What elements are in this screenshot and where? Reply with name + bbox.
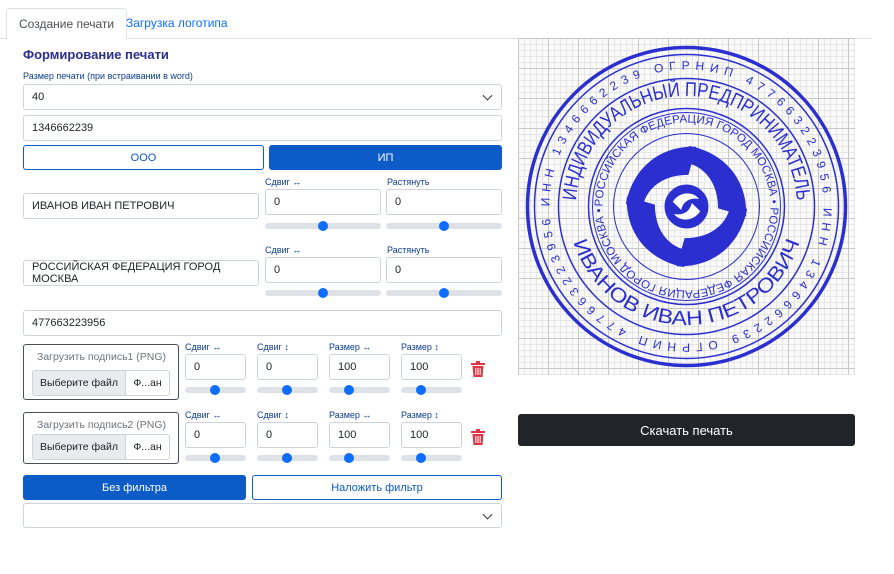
name-stretch-label: Растянуть [387,177,430,187]
file-name: Ф...ан [133,441,162,453]
sig1-shift-h-input[interactable]: 0 [185,354,246,380]
sig1-shift-v-label: Сдвиг ↕ [257,342,289,352]
sig1-size-v-input[interactable]: 100 [401,354,462,380]
name-value: ИВАНОВ ИВАН ПЕТРОВИЧ [32,200,175,212]
value: 100 [338,429,357,441]
stamp-svg: ИНН 1346662239 ОГРНИП 477663223956 ИНН 1… [525,45,848,368]
sig2-shift-h-input[interactable]: 0 [185,422,246,448]
sig1-shift-h-label: Сдвиг ↔ [185,342,222,352]
signature2-upload-label: Загрузить подпись2 (PNG) [37,419,167,431]
trash-icon[interactable] [471,361,485,377]
sig1-size-h-input[interactable]: 100 [329,354,390,380]
slider-thumb[interactable] [439,288,449,298]
value: 100 [338,361,357,373]
ip-button[interactable]: ИП [269,145,502,170]
slider-thumb[interactable] [439,221,449,231]
stamp-preview: ИНН 1346662239 ОГРНИП 477663223956 ИНН 1… [518,38,855,375]
sig1-size-h-label: Размер ↔ [329,342,372,352]
tab-create-stamp[interactable]: Создание печати [6,8,128,40]
sig2-size-h-label: Размер ↔ [329,410,372,420]
slider-thumb[interactable] [344,385,354,395]
region-value: РОССИЙСКАЯ ФЕДЕРАЦИЯ ГОРОД МОСКВА [32,261,221,285]
sig2-size-v-slider[interactable] [401,453,462,463]
sig1-shift-h-slider[interactable] [185,385,246,395]
slider-thumb[interactable] [318,221,328,231]
sig2-shift-h-label: Сдвиг ↔ [185,410,222,420]
name-shift-slider[interactable] [265,221,381,231]
sig1-size-h-slider[interactable] [329,385,390,395]
region-stretch-label: Растянуть [387,245,430,255]
download-stamp-button[interactable]: Скачать печать [518,414,855,446]
value: 0 [266,429,273,441]
sig2-size-v-label: Размер ↕ [401,410,439,420]
sig1-size-v-label: Размер ↕ [401,342,439,352]
slider-thumb[interactable] [416,453,426,463]
no-filter-button[interactable]: Без фильтра [23,475,246,500]
slider-thumb[interactable] [416,385,426,395]
ogrn-input[interactable]: 477663223956 [23,310,502,336]
region-shift-input[interactable]: 0 [265,257,381,283]
swirl-logo-icon [625,145,748,268]
chevron-down-icon [482,509,493,520]
sig2-shift-v-slider[interactable] [257,453,318,463]
size-label: Размер печати (при встраивании в word) [23,71,193,81]
sig2-size-h-slider[interactable] [329,453,390,463]
value: 100 [410,361,429,373]
sig1-size-v-slider[interactable] [401,385,462,395]
apply-filter-button[interactable]: Наложить фильтр [252,475,502,500]
value: 0 [194,429,201,441]
slider-thumb[interactable] [210,385,220,395]
signature1-upload-label: Загрузить подпись1 (PNG) [37,351,167,363]
slider-thumb[interactable] [210,453,220,463]
name-input[interactable]: ИВАНОВ ИВАН ПЕТРОВИЧ [23,193,259,219]
region-shift-value: 0 [274,264,281,276]
region-shift-slider[interactable] [265,288,381,298]
signature2-upload: Загрузить подпись2 (PNG) Выберите файл Ф… [23,412,179,464]
tab-upload-logo[interactable]: Загрузка логотипа [114,8,240,38]
value: 100 [410,429,429,441]
file-name: Ф...ан [133,377,162,389]
name-stretch-value: 0 [395,196,402,208]
inn-value: 1346662239 [32,122,94,134]
region-shift-label: Сдвиг ↔ [265,245,302,255]
sig2-shift-h-slider[interactable] [185,453,246,463]
sig2-shift-v-input[interactable]: 0 [257,422,318,448]
name-shift-label: Сдвиг ↔ [265,177,302,187]
sig1-shift-v-slider[interactable] [257,385,318,395]
region-input[interactable]: РОССИЙСКАЯ ФЕДЕРАЦИЯ ГОРОД МОСКВА [23,260,259,286]
signature1-upload: Загрузить подпись1 (PNG) Выберите файл Ф… [23,344,179,400]
signature1-file-input[interactable]: Выберите файл Ф...ан [32,370,170,396]
choose-file-button[interactable]: Выберите файл [33,371,126,395]
ooo-button[interactable]: ООО [23,145,264,170]
tab-bar: Создание печати Загрузка логотипа [0,0,872,40]
inn-input[interactable]: 1346662239 [23,115,502,141]
form-title: Формирование печати [23,47,169,62]
slider-thumb[interactable] [344,453,354,463]
filter-select[interactable] [23,503,502,528]
value: 0 [266,361,273,373]
trash-icon[interactable] [471,429,485,445]
value: 0 [194,361,201,373]
region-stretch-value: 0 [395,264,402,276]
ogrn-value: 477663223956 [32,317,106,329]
chevron-down-icon [482,90,493,101]
sig2-size-h-input[interactable]: 100 [329,422,390,448]
size-select[interactable]: 40 [23,84,502,110]
name-shift-input[interactable]: 0 [265,189,381,215]
sig2-size-v-input[interactable]: 100 [401,422,462,448]
name-stretch-input[interactable]: 0 [386,189,502,215]
sig2-shift-v-label: Сдвиг ↕ [257,410,289,420]
name-shift-value: 0 [274,196,281,208]
region-stretch-input[interactable]: 0 [386,257,502,283]
slider-thumb[interactable] [282,453,292,463]
slider-thumb[interactable] [318,288,328,298]
slider-thumb[interactable] [282,385,292,395]
name-stretch-slider[interactable] [386,221,502,231]
sig1-shift-v-input[interactable]: 0 [257,354,318,380]
size-value: 40 [32,91,45,103]
signature2-file-input[interactable]: Выберите файл Ф...ан [32,434,170,460]
region-stretch-slider[interactable] [386,288,502,298]
choose-file-button[interactable]: Выберите файл [33,435,126,459]
